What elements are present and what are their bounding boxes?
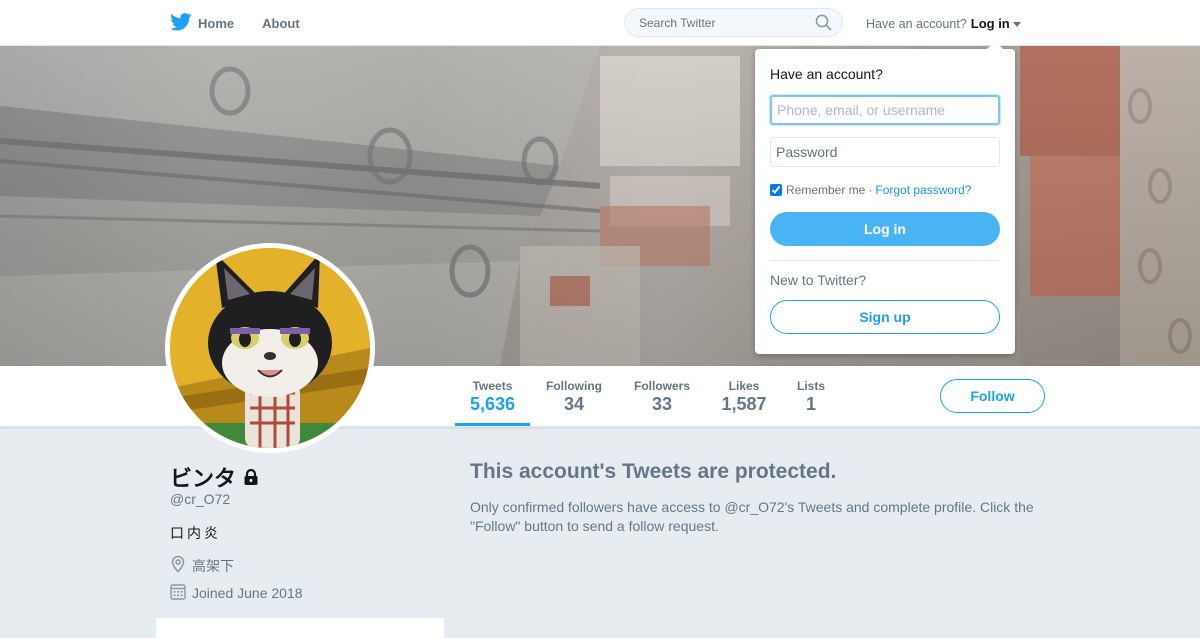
divider xyxy=(770,260,1000,261)
remember-row: Remember me · Forgot password? xyxy=(770,183,971,197)
nav-links: Home About xyxy=(170,0,328,46)
dropdown-arrow xyxy=(987,41,1003,49)
stat-following[interactable]: Following 34 xyxy=(540,366,608,426)
stat-tweets[interactable]: Tweets 5,636 xyxy=(455,366,530,426)
password-field[interactable] xyxy=(770,137,1000,167)
search-icon[interactable] xyxy=(815,14,832,31)
search-input[interactable] xyxy=(637,14,811,31)
login-dropdown: Have an account? Remember me · Forgot pa… xyxy=(755,41,1015,354)
profile-location: 高架下 xyxy=(170,555,234,576)
profile-name: ビンタ xyxy=(170,461,260,493)
nav-about-link[interactable]: About xyxy=(262,16,300,31)
top-navigation-bar: Home About Have an account? Log in xyxy=(0,0,1200,46)
caret-down-icon[interactable] xyxy=(1012,21,1021,27)
separator-dot: · xyxy=(868,183,873,197)
remember-me-label[interactable]: Remember me xyxy=(786,183,865,197)
avatar-image xyxy=(170,248,370,448)
profile-joined: Joined June 2018 xyxy=(170,583,303,603)
login-button[interactable]: Log in xyxy=(770,212,1000,246)
follow-button[interactable]: Follow xyxy=(940,379,1045,413)
remember-me-checkbox[interactable] xyxy=(770,184,782,196)
stat-followers[interactable]: Followers 33 xyxy=(628,366,696,426)
stat-label: Likes xyxy=(728,379,760,393)
profile-name-text[interactable]: ビンタ xyxy=(170,461,236,493)
location-text: 高架下 xyxy=(192,557,234,574)
login-toggle: Have an account? Log in xyxy=(866,16,1021,31)
profile-bio: 口内炎 xyxy=(170,525,221,541)
dropdown-title: Have an account? xyxy=(770,66,883,82)
stat-value: 1,587 xyxy=(721,394,767,414)
profile-handle[interactable]: @cr_O72 xyxy=(170,491,230,507)
twitter-bird-icon xyxy=(170,12,198,34)
stat-value: 1 xyxy=(805,394,816,414)
stat-likes[interactable]: Likes 1,587 xyxy=(714,366,774,426)
protected-description: Only confirmed followers have access to … xyxy=(470,499,1034,534)
avatar[interactable] xyxy=(165,243,375,453)
nav-home-label: Home xyxy=(198,15,235,31)
stat-label: Following xyxy=(546,379,602,393)
stat-lists[interactable]: Lists 1 xyxy=(790,366,832,426)
stat-label: Lists xyxy=(796,379,825,393)
location-icon xyxy=(170,555,192,576)
forgot-password-link[interactable]: Forgot password? xyxy=(875,183,971,197)
nav-about-label: About xyxy=(262,15,300,31)
stat-value: 5,636 xyxy=(469,394,516,414)
stat-label: Followers xyxy=(633,379,690,393)
joined-text: Joined June 2018 xyxy=(192,585,303,601)
username-field[interactable] xyxy=(770,95,1000,125)
calendar-icon xyxy=(170,583,192,603)
new-to-twitter-text: New to Twitter? xyxy=(770,272,867,288)
stat-label: Tweets xyxy=(472,379,513,393)
search-box xyxy=(624,8,843,37)
signup-button[interactable]: Sign up xyxy=(770,300,1000,334)
lock-icon xyxy=(242,468,260,486)
login-toggle-button[interactable]: Log in xyxy=(971,16,1010,31)
stat-value: 34 xyxy=(563,394,585,414)
have-account-text: Have an account? xyxy=(866,16,967,31)
sidebar-card xyxy=(156,618,444,638)
nav-home-link[interactable]: Home xyxy=(170,12,235,34)
stat-value: 33 xyxy=(651,394,673,414)
protected-title: This account's Tweets are protected. xyxy=(470,460,837,483)
